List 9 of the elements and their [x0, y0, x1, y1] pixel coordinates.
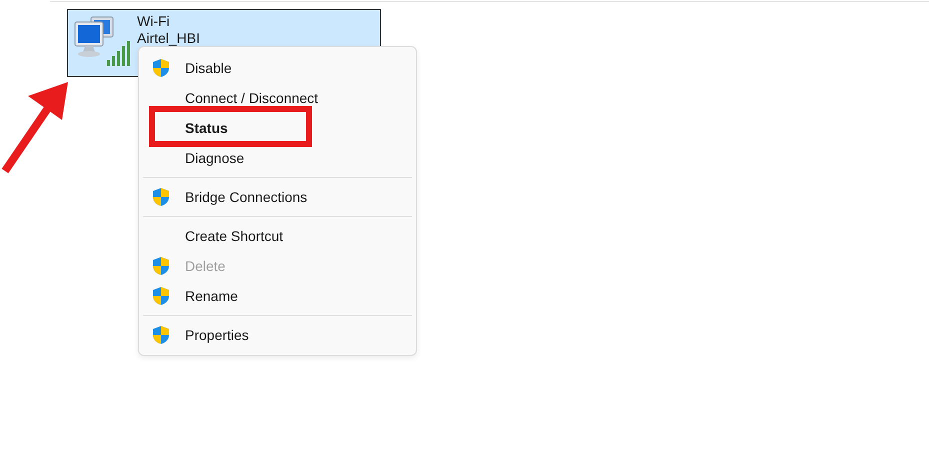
adapter-name: Wi-Fi	[137, 13, 171, 30]
menu-item[interactable]: Bridge Connections	[139, 182, 416, 212]
network-name: Airtel_HBI	[137, 30, 200, 47]
menu-item[interactable]: Connect / Disconnect	[139, 83, 416, 113]
menu-item[interactable]: Diagnose	[139, 143, 416, 173]
menu-item[interactable]: Rename	[139, 281, 416, 311]
menu-item[interactable]: Create Shortcut	[139, 221, 416, 251]
menu-item[interactable]: Status	[139, 113, 416, 143]
menu-item[interactable]: Properties	[139, 320, 416, 350]
